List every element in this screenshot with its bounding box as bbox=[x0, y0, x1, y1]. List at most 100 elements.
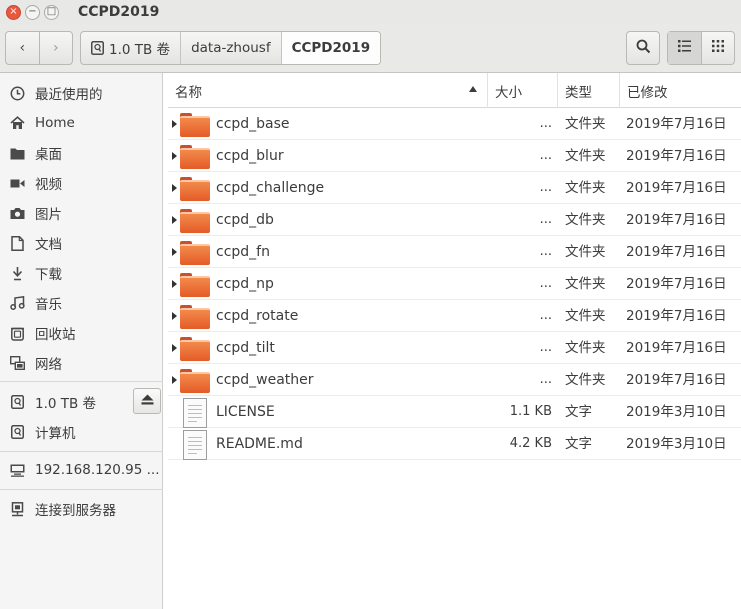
sidebar-item-documents[interactable]: 文档 bbox=[0, 228, 163, 258]
file-type: 文件夹 bbox=[565, 212, 606, 228]
close-button[interactable]: × bbox=[6, 4, 21, 20]
sidebar-item-label: 下载 bbox=[35, 267, 62, 283]
minimize-button[interactable]: − bbox=[25, 4, 40, 20]
file-list: 名称 大小 类型 已修改 ccpd_base... 文件夹 2019年7月16日 cc… bbox=[168, 73, 741, 609]
music-icon bbox=[9, 295, 25, 311]
sidebar-item-label: 桌面 bbox=[35, 147, 62, 163]
video-icon bbox=[9, 175, 25, 191]
trash-icon bbox=[9, 325, 25, 341]
column-header-label: 类型 bbox=[565, 84, 592, 101]
search-icon bbox=[636, 39, 651, 58]
sidebar-item-desktop[interactable]: 桌面 bbox=[0, 138, 163, 168]
expand-arrow-icon[interactable] bbox=[172, 152, 177, 160]
sidebar-item-network-server[interactable]: 192.168.120.95 ... bbox=[0, 455, 163, 485]
file-row[interactable]: ccpd_base... 文件夹 2019年7月16日 bbox=[168, 108, 741, 140]
column-header-type[interactable]: 类型 bbox=[558, 73, 620, 108]
column-header-label: 大小 bbox=[495, 84, 522, 101]
breadcrumb-drive[interactable]: 1.0 TB 卷 bbox=[81, 32, 182, 64]
file-size: ... bbox=[539, 180, 552, 195]
header-bar: ‹ › 1.0 TB 卷 data-zhousf CCPD2019 bbox=[0, 24, 741, 73]
eject-button[interactable] bbox=[133, 388, 161, 414]
file-modified: 2019年3月10日 bbox=[626, 436, 727, 452]
file-row[interactable]: ccpd_blur... 文件夹 2019年7月16日 bbox=[168, 140, 741, 172]
file-row[interactable]: LICENSE 1.1 KB 文字 2019年3月10日 bbox=[168, 396, 741, 428]
column-header-size[interactable]: 大小 bbox=[488, 73, 558, 108]
sidebar-item-label: 计算机 bbox=[35, 426, 76, 442]
column-headers: 名称 大小 类型 已修改 bbox=[168, 73, 741, 108]
camera-icon bbox=[9, 205, 25, 221]
forward-icon: › bbox=[52, 40, 59, 56]
sidebar-item-pictures[interactable]: 图片 bbox=[0, 198, 163, 228]
grid-view-button[interactable] bbox=[700, 32, 735, 64]
file-modified: 2019年7月16日 bbox=[626, 372, 727, 388]
sidebar-item-connect-server[interactable]: 连接到服务器 bbox=[0, 494, 163, 524]
file-type: 文字 bbox=[565, 404, 592, 420]
sidebar-item-volume[interactable]: 1.0 TB 卷 bbox=[0, 387, 130, 417]
file-row[interactable]: README.md 4.2 KB 文字 2019年3月10日 bbox=[168, 428, 741, 460]
file-row[interactable]: ccpd_rotate... 文件夹 2019年7月16日 bbox=[168, 300, 741, 332]
file-type: 文件夹 bbox=[565, 308, 606, 324]
maximize-button[interactable]: □ bbox=[44, 4, 59, 20]
column-header-name[interactable]: 名称 bbox=[168, 73, 488, 108]
file-type: 文件夹 bbox=[565, 276, 606, 292]
network-icon bbox=[9, 355, 25, 371]
text-file-icon bbox=[180, 398, 210, 428]
file-name: ccpd_challenge bbox=[216, 180, 325, 196]
file-type: 文字 bbox=[565, 436, 592, 452]
sidebar-item-computer[interactable]: 计算机 bbox=[0, 417, 163, 447]
expand-arrow-icon[interactable] bbox=[172, 216, 177, 224]
file-row[interactable]: ccpd_fn... 文件夹 2019年7月16日 bbox=[168, 236, 741, 268]
file-name: ccpd_rotate bbox=[216, 308, 299, 324]
file-row[interactable]: ccpd_challenge... 文件夹 2019年7月16日 bbox=[168, 172, 741, 204]
back-button[interactable]: ‹ bbox=[6, 32, 39, 64]
title-bar: × − □ CCPD2019 bbox=[0, 0, 741, 24]
sidebar-item-label: Home bbox=[35, 115, 75, 131]
expand-arrow-icon[interactable] bbox=[172, 280, 177, 288]
expand-arrow-icon[interactable] bbox=[172, 312, 177, 320]
sidebar-item-downloads[interactable]: 下载 bbox=[0, 258, 163, 288]
folder-icon bbox=[9, 145, 25, 161]
file-row[interactable]: ccpd_np... 文件夹 2019年7月16日 bbox=[168, 268, 741, 300]
back-icon: ‹ bbox=[19, 40, 26, 56]
folder-icon bbox=[180, 177, 210, 201]
file-name: ccpd_base bbox=[216, 116, 290, 132]
sidebar-divider bbox=[0, 381, 163, 382]
expand-arrow-icon[interactable] bbox=[172, 184, 177, 192]
list-view-icon bbox=[677, 40, 691, 56]
sidebar-item-home[interactable]: Home bbox=[0, 108, 163, 138]
sidebar-item-label: 图片 bbox=[35, 207, 62, 223]
file-row[interactable]: ccpd_tilt... 文件夹 2019年7月16日 bbox=[168, 332, 741, 364]
sidebar-item-label: 最近使用的 bbox=[35, 87, 103, 103]
folder-icon bbox=[180, 209, 210, 233]
nav-buttons: ‹ › bbox=[5, 31, 73, 65]
file-type: 文件夹 bbox=[565, 180, 606, 196]
sidebar-item-music[interactable]: 音乐 bbox=[0, 288, 163, 318]
column-header-label: 已修改 bbox=[627, 84, 668, 101]
list-view-button[interactable] bbox=[668, 32, 701, 64]
sidebar-item-recent[interactable]: 最近使用的 bbox=[0, 78, 163, 108]
sidebar-item-network[interactable]: 网络 bbox=[0, 348, 163, 378]
sidebar-item-label: 1.0 TB 卷 bbox=[35, 396, 97, 412]
file-name: LICENSE bbox=[216, 404, 275, 420]
file-modified: 2019年7月16日 bbox=[626, 276, 727, 292]
file-row[interactable]: ccpd_weather... 文件夹 2019年7月16日 bbox=[168, 364, 741, 396]
forward-button[interactable]: › bbox=[38, 32, 73, 64]
file-type: 文件夹 bbox=[565, 116, 606, 132]
search-button[interactable] bbox=[626, 31, 660, 65]
expand-arrow-icon[interactable] bbox=[172, 344, 177, 352]
file-name: ccpd_blur bbox=[216, 148, 284, 164]
sidebar-divider bbox=[0, 451, 163, 452]
breadcrumb-label: CCPD2019 bbox=[291, 40, 371, 56]
file-name: ccpd_np bbox=[216, 276, 274, 292]
expand-arrow-icon[interactable] bbox=[172, 248, 177, 256]
sidebar-item-videos[interactable]: 视频 bbox=[0, 168, 163, 198]
file-name: ccpd_db bbox=[216, 212, 274, 228]
file-row[interactable]: ccpd_db... 文件夹 2019年7月16日 bbox=[168, 204, 741, 236]
sidebar-item-trash[interactable]: 回收站 bbox=[0, 318, 163, 348]
download-icon bbox=[9, 265, 25, 281]
expand-arrow-icon[interactable] bbox=[172, 120, 177, 128]
breadcrumb-current[interactable]: CCPD2019 bbox=[281, 32, 381, 64]
expand-arrow-icon[interactable] bbox=[172, 376, 177, 384]
breadcrumb-data-zhousf[interactable]: data-zhousf bbox=[181, 32, 282, 64]
column-header-modified[interactable]: 已修改 bbox=[620, 73, 741, 108]
